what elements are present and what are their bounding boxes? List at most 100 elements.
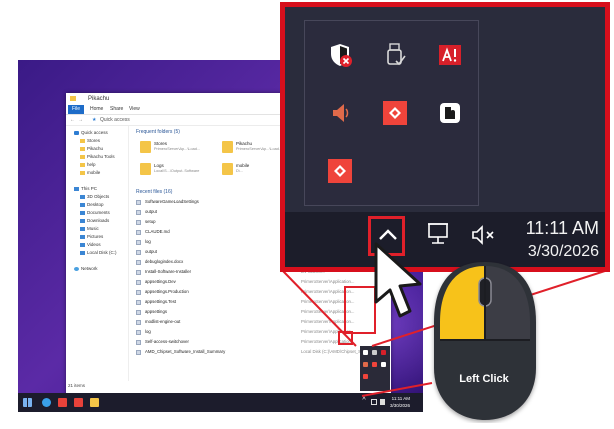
file-icon [136,250,141,255]
nav-item[interactable]: help [80,162,96,167]
forward-arrow-icon[interactable]: → [78,117,83,123]
anydesk-icon[interactable] [382,100,408,126]
ribbon-tab-view[interactable]: View [129,106,140,112]
nav-item[interactable]: Music [80,226,99,231]
left-click-label: Left Click [459,373,509,385]
ribbon-tab-home[interactable]: Home [90,106,103,112]
navigation-pane: Quick access Stores Pikachu Pikachu Tool… [66,126,129,381]
folder-icon [222,163,233,175]
disk-icon [80,250,85,255]
speaker-red-icon[interactable] [327,100,353,126]
file-icon [136,310,141,315]
file-icon [136,200,141,205]
nav-item[interactable]: 3D Objects [80,194,109,199]
mini-clock-time: 11:11 AM [391,396,411,401]
recent-file-row[interactable]: AMD_Chipset_Software_Install_Summary Loca… [136,349,386,357]
mini-security-icon [363,350,368,355]
recent-file-name: CLAUDE.md [145,229,170,234]
3d-objects-icon [80,194,85,199]
usb-safely-remove-icon[interactable] [382,42,408,68]
volume-muted-icon[interactable] [469,223,499,247]
zoomed-tray-callout: 11:11 AM 3/30/2026 [280,2,610,272]
recent-file-name: appsettings.Test [145,299,177,304]
pictures-icon [80,234,85,239]
clock-time[interactable]: 11:11 AM [513,218,599,239]
mini-clock[interactable]: 11:11 AM 3/30/2026 [390,395,410,409]
desktop-icon [80,202,85,207]
file-icon [136,280,141,285]
mini-chevron-up-icon[interactable]: ^ [360,397,368,405]
recent-file-name: setup [145,219,156,224]
downloads-icon [80,218,85,223]
star-icon [74,130,79,135]
ribbon-tab-file[interactable]: File [68,105,84,114]
recent-file-name: Install-Software-Installer [145,269,192,274]
mini-network-icon[interactable] [371,399,377,405]
callout-background: 11:11 AM 3/30/2026 [285,7,605,267]
frequent-folders-header[interactable]: Frequent folders (5) [136,129,180,135]
nav-item[interactable]: Downloads [80,218,109,223]
folder-icon [140,163,151,175]
recent-files-header[interactable]: Recent files (16) [136,189,172,195]
nav-item[interactable]: mobile [80,170,100,175]
recent-file-name: output [145,209,157,214]
left-click-mouse-icon [434,262,536,420]
nav-item[interactable]: Quick access [74,130,108,135]
recent-file-name: appsettings.Dev [145,279,176,284]
anydesk-taskbar-icon[interactable] [58,398,67,407]
mini-amd-icon [381,350,386,355]
videos-icon [80,242,85,247]
documents-icon [80,210,85,215]
nav-item[interactable]: Local Disk (C:) [80,250,117,255]
folder-icon [222,141,233,153]
mini-clock-date: 3/30/2026 [390,403,411,408]
status-bar: 21 items [68,383,86,388]
nav-item[interactable]: This PC [74,186,97,191]
app-taskbar-icon[interactable] [74,398,83,407]
folder-icon [80,146,85,151]
folder-icon [70,96,76,101]
folder-tile[interactable]: Logs Local\S...\Output..Software [140,161,220,181]
recent-file-name: AMD_Chipset_Software_Install_Summary [145,349,226,354]
nav-item[interactable]: Desktop [80,202,104,207]
recent-file-path: PrimeroServer\Application... [301,279,355,284]
nav-item[interactable]: Stores [80,138,100,143]
recent-file-name: appsettings [145,309,167,314]
nav-item[interactable]: Pikachu [80,146,103,151]
file-explorer-taskbar-icon[interactable] [90,398,99,407]
back-arrow-icon[interactable]: ← [70,117,75,123]
nav-item[interactable]: Videos [80,242,101,247]
recent-file-name: debuglogindex.docx [145,259,184,264]
recent-file-name: SoftwareGameLoadSettings [145,199,199,204]
file-icon [136,350,141,355]
address-path: Quick access [100,117,130,123]
file-icon [136,210,141,215]
mini-volume-icon[interactable] [380,399,385,405]
mini-app-icon [381,362,386,367]
recent-file-name: log [145,239,151,244]
anydesk-icon[interactable] [327,158,353,184]
white-tile-app-icon[interactable] [437,100,463,126]
file-icon [136,240,141,245]
amd-software-alert-icon[interactable] [437,42,463,68]
file-icon [136,260,141,265]
folder-tile[interactable]: Stores PrimeroServer\Ap...\Load... [140,139,220,159]
taskbar: ^ 11:11 AM 3/30/2026 [18,393,423,412]
explorer-title: Pikachu [88,96,110,102]
windows-security-warning-icon[interactable] [327,42,353,68]
mini-tray-popup [360,346,390,391]
recent-file-name: output [145,249,157,254]
nav-item[interactable]: Documents [80,210,110,215]
mini-usb-icon [372,350,377,355]
nav-item[interactable]: Network [74,266,98,271]
left-button-highlight [440,266,485,340]
nav-item[interactable]: Pikachu Tools [80,154,115,159]
edge-icon[interactable] [42,398,51,407]
start-windows-icon[interactable] [23,398,32,407]
network-icon [74,266,79,271]
file-icon [136,330,141,335]
nav-item[interactable]: Pictures [80,234,103,239]
recent-file-name: modlist-engine-out [145,319,181,324]
mini-anydesk-icon [363,374,368,379]
ribbon-tab-share[interactable]: Share [110,106,123,112]
